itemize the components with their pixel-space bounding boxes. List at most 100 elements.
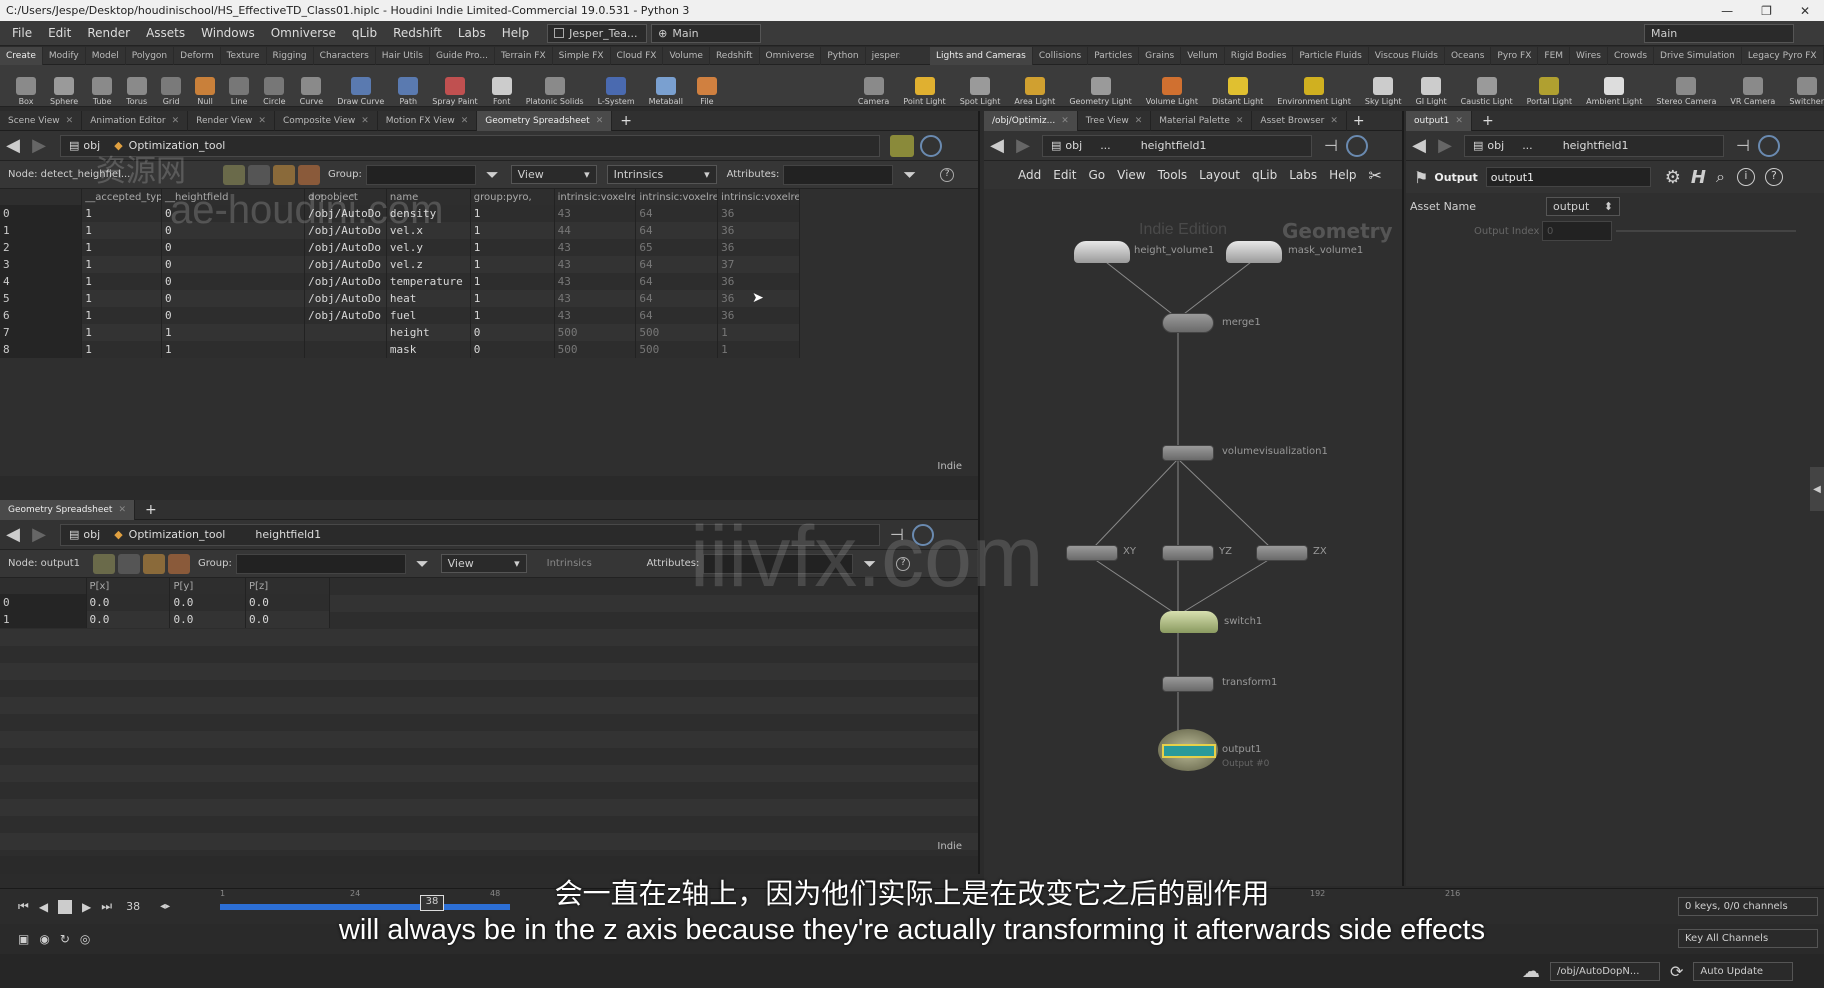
shelf-tab[interactable]: Rigid Bodies [1225, 46, 1294, 65]
menu-item-assets[interactable]: Assets [138, 26, 193, 40]
shelf-tab[interactable]: Cloud FX [611, 46, 664, 65]
path-heightfield[interactable]: heightfield1 [255, 528, 321, 541]
shelf-tool-box[interactable]: Box [16, 66, 36, 106]
shelf-tool-file[interactable]: File [696, 66, 717, 106]
column-header[interactable]: P[y] [169, 578, 247, 594]
vertices-icon[interactable] [248, 164, 270, 185]
switch-node[interactable] [1160, 611, 1218, 633]
column-header[interactable]: intrinsic:voxelre [554, 189, 637, 205]
tab-geometry-spreadsheet[interactable]: Geometry Spreadsheet ✕ [477, 110, 613, 131]
forward-arrow-icon[interactable]: ▶ [1010, 135, 1036, 156]
node-label[interactable]: Node: output1 [0, 558, 90, 569]
shelf-tab[interactable]: Polygon [126, 46, 175, 65]
path-obj[interactable]: obj [83, 528, 100, 541]
path-obj[interactable]: obj [1065, 139, 1082, 152]
column-header[interactable]: intrinsic:voxelre [635, 189, 719, 205]
shelf-tab[interactable]: Omniverse [760, 46, 822, 65]
intrinsics-label[interactable]: Intrinsics [547, 558, 637, 569]
shelf-tab[interactable]: Legacy Pyro FX [1742, 46, 1824, 65]
minimize-button[interactable]: — [1721, 4, 1733, 18]
network-canvas[interactable]: Indie Edition Geometry height_volume1 ma… [984, 189, 1402, 884]
height-volume-node[interactable] [1074, 241, 1130, 263]
shelf-tab[interactable]: Python [821, 46, 866, 65]
pin-icon[interactable]: ⊣ [1736, 136, 1750, 155]
search-icon[interactable]: ⌕ [1716, 167, 1725, 187]
group-field[interactable] [235, 553, 406, 574]
shelf-tab[interactable]: Collisions [1033, 46, 1089, 65]
zx-node[interactable] [1256, 545, 1308, 561]
menu-item-redshift[interactable]: Redshift [385, 26, 450, 40]
path-heightfield[interactable]: heightfield1 [1563, 139, 1629, 152]
path-optimization-tool[interactable]: Optimization_tool [129, 528, 226, 541]
tools-wrench-icon[interactable]: ✂ [1369, 166, 1382, 185]
network-tab[interactable]: /obj/Optimiz... ✕ [984, 110, 1078, 131]
group-field[interactable] [365, 164, 476, 185]
network-tab[interactable]: Tree View ✕ [1078, 110, 1152, 131]
menu-item-labs[interactable]: Labs [450, 26, 494, 40]
table-row[interactable]: 4 1 0/obj/AutoDo temperature 1 43 64 36 [0, 273, 800, 290]
tab-scene-view[interactable]: Scene View ✕ [0, 110, 83, 131]
network-tab[interactable]: Asset Browser ✕ [1252, 110, 1347, 131]
shelf-tool-platonic-solids[interactable]: Platonic Solids [526, 66, 584, 106]
shelf-tab[interactable]: Crowds [1608, 46, 1655, 65]
menu-item-windows[interactable]: Windows [193, 26, 263, 40]
auto-update-dropdown[interactable]: Auto Update [1693, 961, 1794, 981]
forward-arrow-icon[interactable]: ▶ [1432, 135, 1458, 156]
help-icon[interactable]: ? [940, 167, 955, 182]
filter-icon[interactable]: ⏷ [903, 165, 916, 185]
column-header[interactable]: P[z] [245, 578, 330, 594]
shelf-tab[interactable]: Pyro FX [1491, 46, 1539, 65]
network-tab[interactable]: Material Palette ✕ [1151, 110, 1253, 131]
shelf-tool-sphere[interactable]: Sphere [50, 66, 78, 106]
param-path-field[interactable]: ▤ obj ... heightfield1 [1464, 134, 1724, 157]
refresh-icon[interactable]: ⟳ [1670, 962, 1683, 981]
shelf-tab[interactable]: Modify [43, 46, 86, 65]
vertices-icon[interactable] [118, 553, 140, 574]
network-menu-labs[interactable]: Labs [1289, 168, 1317, 182]
path-ellipsis[interactable]: ... [1522, 139, 1533, 152]
menu-item-qlib[interactable]: qLib [344, 26, 385, 40]
link-icon[interactable] [1345, 134, 1368, 157]
network-menu-tools[interactable]: Tools [1158, 168, 1188, 182]
merge-node[interactable] [1162, 313, 1214, 333]
close-icon[interactable]: ✕ [1061, 116, 1069, 126]
shelf-tab[interactable]: FEM [1538, 46, 1571, 65]
shelf-tool-gi-light[interactable]: GI Light [1416, 66, 1447, 106]
shelf-tool-camera[interactable]: Camera [858, 66, 889, 106]
network-path-field[interactable]: ▤ obj ... heightfield1 [1042, 134, 1312, 157]
shelf-tool-volume-light[interactable]: Volume Light [1146, 66, 1198, 106]
view-dropdown[interactable]: View ▾ [510, 165, 597, 184]
shelf-tab[interactable]: jespers shelf [866, 47, 900, 65]
network-menu-help[interactable]: Help [1329, 168, 1356, 182]
shelf-tab[interactable]: Characters [314, 46, 376, 65]
column-header[interactable]: P[x] [86, 578, 171, 594]
path-heightfield[interactable]: heightfield1 [1141, 139, 1207, 152]
shelf-tool-point-light[interactable]: Point Light [903, 66, 946, 106]
shelf-tool-spot-light[interactable]: Spot Light [960, 66, 1000, 106]
menu-item-edit[interactable]: Edit [40, 26, 79, 40]
output-index-field[interactable]: 0 [1542, 221, 1612, 241]
forward-arrow-icon[interactable]: ▶ [26, 524, 52, 545]
shelf-tool-portal-light[interactable]: Portal Light [1527, 66, 1572, 106]
primitives-icon[interactable] [143, 553, 165, 574]
network-menu-view[interactable]: View [1117, 168, 1145, 182]
close-icon[interactable]: ✕ [118, 505, 126, 515]
table-row[interactable]: 5 1 0/obj/AutoDo heat 1 43 64 36 [0, 290, 800, 307]
tab-render-view[interactable]: Render View ✕ [188, 110, 275, 131]
xy-node[interactable] [1066, 545, 1118, 561]
side-collapse-tab[interactable]: ◀ [1810, 467, 1824, 511]
transform-node[interactable] [1162, 676, 1214, 692]
table-row[interactable]: 1 0.0 0.0 0.0 [0, 611, 330, 628]
shelf-tool-l-system[interactable]: L-System [598, 66, 635, 106]
shelf-tab[interactable]: Drive Simulation [1654, 46, 1742, 65]
close-button[interactable]: ✕ [1800, 4, 1810, 18]
shelf-tab[interactable]: Grains [1139, 46, 1182, 65]
shelf-tab[interactable]: Particle Fluids [1293, 46, 1369, 65]
table-row[interactable]: 2 1 0/obj/AutoDo vel.y 1 43 65 36 [0, 239, 800, 256]
network-menu-qlib[interactable]: qLib [1252, 168, 1277, 182]
intrinsics-dropdown[interactable]: Intrinsics ▾ [606, 165, 717, 184]
shelf-tab[interactable]: Viscous Fluids [1369, 46, 1445, 65]
primitives-icon[interactable] [273, 164, 295, 185]
network-menu-edit[interactable]: Edit [1053, 168, 1076, 182]
volumevisualization-node[interactable] [1162, 445, 1214, 461]
